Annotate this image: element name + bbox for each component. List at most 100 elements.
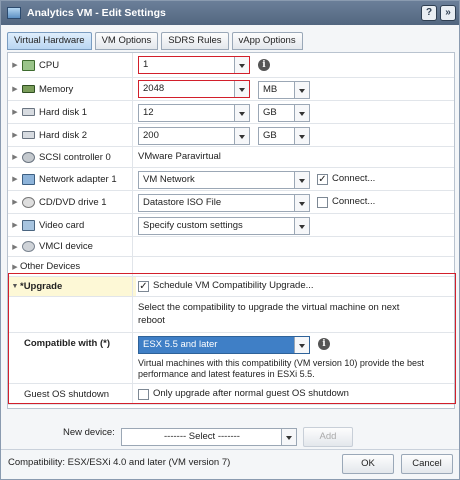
guest-os-shutdown-row: Guest OS shutdown Only upgrade after nor… (8, 384, 454, 405)
hard-disk-2-unit-select[interactable]: GB (258, 127, 310, 145)
compatible-with-select[interactable]: ESX 5.5 and later (138, 336, 310, 354)
compatible-with-row: Compatible with (*) ESX 5.5 and later i … (8, 333, 454, 384)
cd-drive-value-cell: Datastore ISO File Connect... (136, 191, 454, 213)
upgrade-description-spacer (8, 297, 133, 332)
ok-button[interactable]: OK (342, 454, 394, 474)
video-card-select[interactable]: Specify custom settings (138, 217, 310, 235)
chevron-down-icon (239, 88, 245, 92)
hard-disk-icon (22, 131, 35, 139)
expand-arrow-icon[interactable]: ▶ (10, 198, 20, 206)
expand-arrow-icon[interactable]: ▶ (10, 175, 20, 183)
expand-arrow-icon[interactable]: ▶ (10, 85, 20, 93)
info-icon[interactable]: i (318, 338, 330, 350)
cd-drive-label: CD/DVD drive 1 (39, 196, 107, 208)
expand-arrow-icon[interactable]: ▶ (10, 153, 20, 161)
hard-disk-1-label: Hard disk 1 (39, 106, 88, 118)
settings-tabs: Virtual Hardware VM Options SDRS Rules v… (7, 32, 306, 50)
scsi-controller-type: VMware Paravirtual (138, 151, 221, 162)
cd-connect-checkbox[interactable] (317, 197, 328, 208)
memory-row-label: ▶ Memory (8, 78, 133, 100)
schedule-upgrade-checkbox[interactable]: ✓ (138, 281, 149, 292)
tab-vapp-options[interactable]: vApp Options (231, 32, 303, 50)
tab-virtual-hardware[interactable]: Virtual Hardware (7, 32, 92, 50)
vmci-device-row[interactable]: ▶ VMCI device (8, 237, 454, 257)
hard-disk-1-row[interactable]: ▶ Hard disk 1 12 GB (8, 101, 454, 124)
expand-arrow-icon[interactable]: ▶ (10, 221, 20, 229)
expand-arrow-icon[interactable]: ▶ (10, 243, 20, 251)
network-adapter-row[interactable]: ▶ Network adapter 1 VM Network ✓ Connect… (8, 168, 454, 191)
hard-disk-2-row[interactable]: ▶ Hard disk 2 200 GB (8, 124, 454, 147)
cd-drive-icon (22, 196, 35, 208)
guest-os-shutdown-cell: Only upgrade after normal guest OS shutd… (136, 384, 454, 404)
cd-drive-select[interactable]: Datastore ISO File (138, 194, 310, 212)
other-devices-label: Other Devices (20, 261, 81, 272)
hardware-panel: ▶ CPU 1 i ▶ Memory 2048 MB ▶ Hard disk 1… (7, 52, 455, 409)
chevron-down-icon (299, 179, 305, 183)
chevron-down-icon (239, 112, 245, 116)
popout-button[interactable]: » (440, 5, 456, 21)
compatible-with-row-label: Compatible with (*) (8, 333, 133, 383)
memory-size-input[interactable]: 2048 (138, 80, 250, 98)
cpu-icon (22, 59, 35, 71)
guest-os-shutdown-checkbox[interactable] (138, 389, 149, 400)
chevron-down-icon (299, 202, 305, 206)
footer-divider (1, 449, 459, 450)
video-card-row[interactable]: ▶ Video card Specify custom settings (8, 214, 454, 237)
expand-arrow-icon[interactable]: ▶ (10, 131, 20, 139)
network-adapter-icon (22, 173, 35, 185)
chevron-down-icon (286, 436, 292, 440)
cpu-label: CPU (39, 59, 60, 71)
compatible-with-cell: ESX 5.5 and later i Virtual machines wit… (136, 333, 454, 383)
cd-drive-row-label: ▶ CD/DVD drive 1 (8, 191, 133, 213)
hard-disk-1-unit-select[interactable]: GB (258, 104, 310, 122)
network-adapter-row-label: ▶ Network adapter 1 (8, 168, 133, 190)
cpu-count-select[interactable]: 1 (138, 56, 250, 74)
cpu-row[interactable]: ▶ CPU 1 i (8, 53, 454, 78)
video-card-icon (22, 219, 35, 231)
memory-label: Memory (39, 83, 74, 95)
memory-icon (22, 85, 35, 93)
hard-disk-1-unit-value: GB (263, 107, 277, 118)
hard-disk-2-label: Hard disk 2 (39, 129, 88, 141)
other-devices-row-label: ▶ Other Devices (8, 257, 133, 276)
new-device-label: New device: (63, 427, 115, 438)
expand-arrow-icon[interactable]: ▶ (10, 108, 20, 116)
help-button[interactable]: ? (421, 5, 437, 21)
scsi-controller-value-cell: VMware Paravirtual (136, 147, 454, 167)
cpu-row-label: ▶ CPU (8, 53, 133, 77)
memory-unit-value: MB (263, 84, 278, 95)
cd-drive-row[interactable]: ▶ CD/DVD drive 1 Datastore ISO File Conn… (8, 191, 454, 214)
expand-arrow-icon[interactable]: ▶ (10, 263, 20, 271)
hard-disk-2-size-value: 200 (143, 130, 159, 141)
chevron-down-icon (299, 112, 305, 116)
memory-row[interactable]: ▶ Memory 2048 MB (8, 78, 454, 101)
cd-drive-value: Datastore ISO File (143, 197, 222, 208)
upgrade-value-cell: ✓ Schedule VM Compatibility Upgrade... (136, 277, 454, 296)
chevron-down-icon (299, 344, 305, 348)
other-devices-row[interactable]: ▶ Other Devices (8, 257, 454, 277)
new-device-select[interactable]: ------- Select ------- (121, 428, 297, 446)
add-device-button[interactable]: Add (303, 427, 353, 447)
compatibility-status: Compatibility: ESX/ESXi 4.0 and later (V… (8, 457, 231, 468)
memory-unit-select[interactable]: MB (258, 81, 310, 99)
hard-disk-icon (22, 108, 35, 116)
expand-arrow-icon[interactable]: ▶ (10, 61, 20, 69)
scsi-controller-row[interactable]: ▶ SCSI controller 0 VMware Paravirtual (8, 147, 454, 168)
collapse-arrow-icon[interactable]: ▼ (10, 283, 20, 290)
tab-sdrs-rules[interactable]: SDRS Rules (161, 32, 229, 50)
cpu-count-value: 1 (143, 59, 149, 70)
upgrade-description-row: Select the compatibility to upgrade the … (8, 297, 454, 333)
chevron-down-icon (239, 64, 245, 68)
network-value: VM Network (143, 174, 195, 185)
upgrade-description: Select the compatibility to upgrade the … (138, 302, 400, 326)
video-card-value: Specify custom settings (143, 220, 243, 231)
network-connect-label: Connect... (332, 173, 376, 184)
cancel-button[interactable]: Cancel (401, 454, 453, 474)
network-select[interactable]: VM Network (138, 171, 310, 189)
tab-vm-options[interactable]: VM Options (94, 32, 159, 50)
info-icon[interactable]: i (258, 59, 270, 71)
upgrade-row[interactable]: ▼ *Upgrade ✓ Schedule VM Compatibility U… (8, 277, 454, 297)
network-connect-checkbox[interactable]: ✓ (317, 174, 328, 185)
hard-disk-1-size-input[interactable]: 12 (138, 104, 250, 122)
hard-disk-2-size-input[interactable]: 200 (138, 127, 250, 145)
